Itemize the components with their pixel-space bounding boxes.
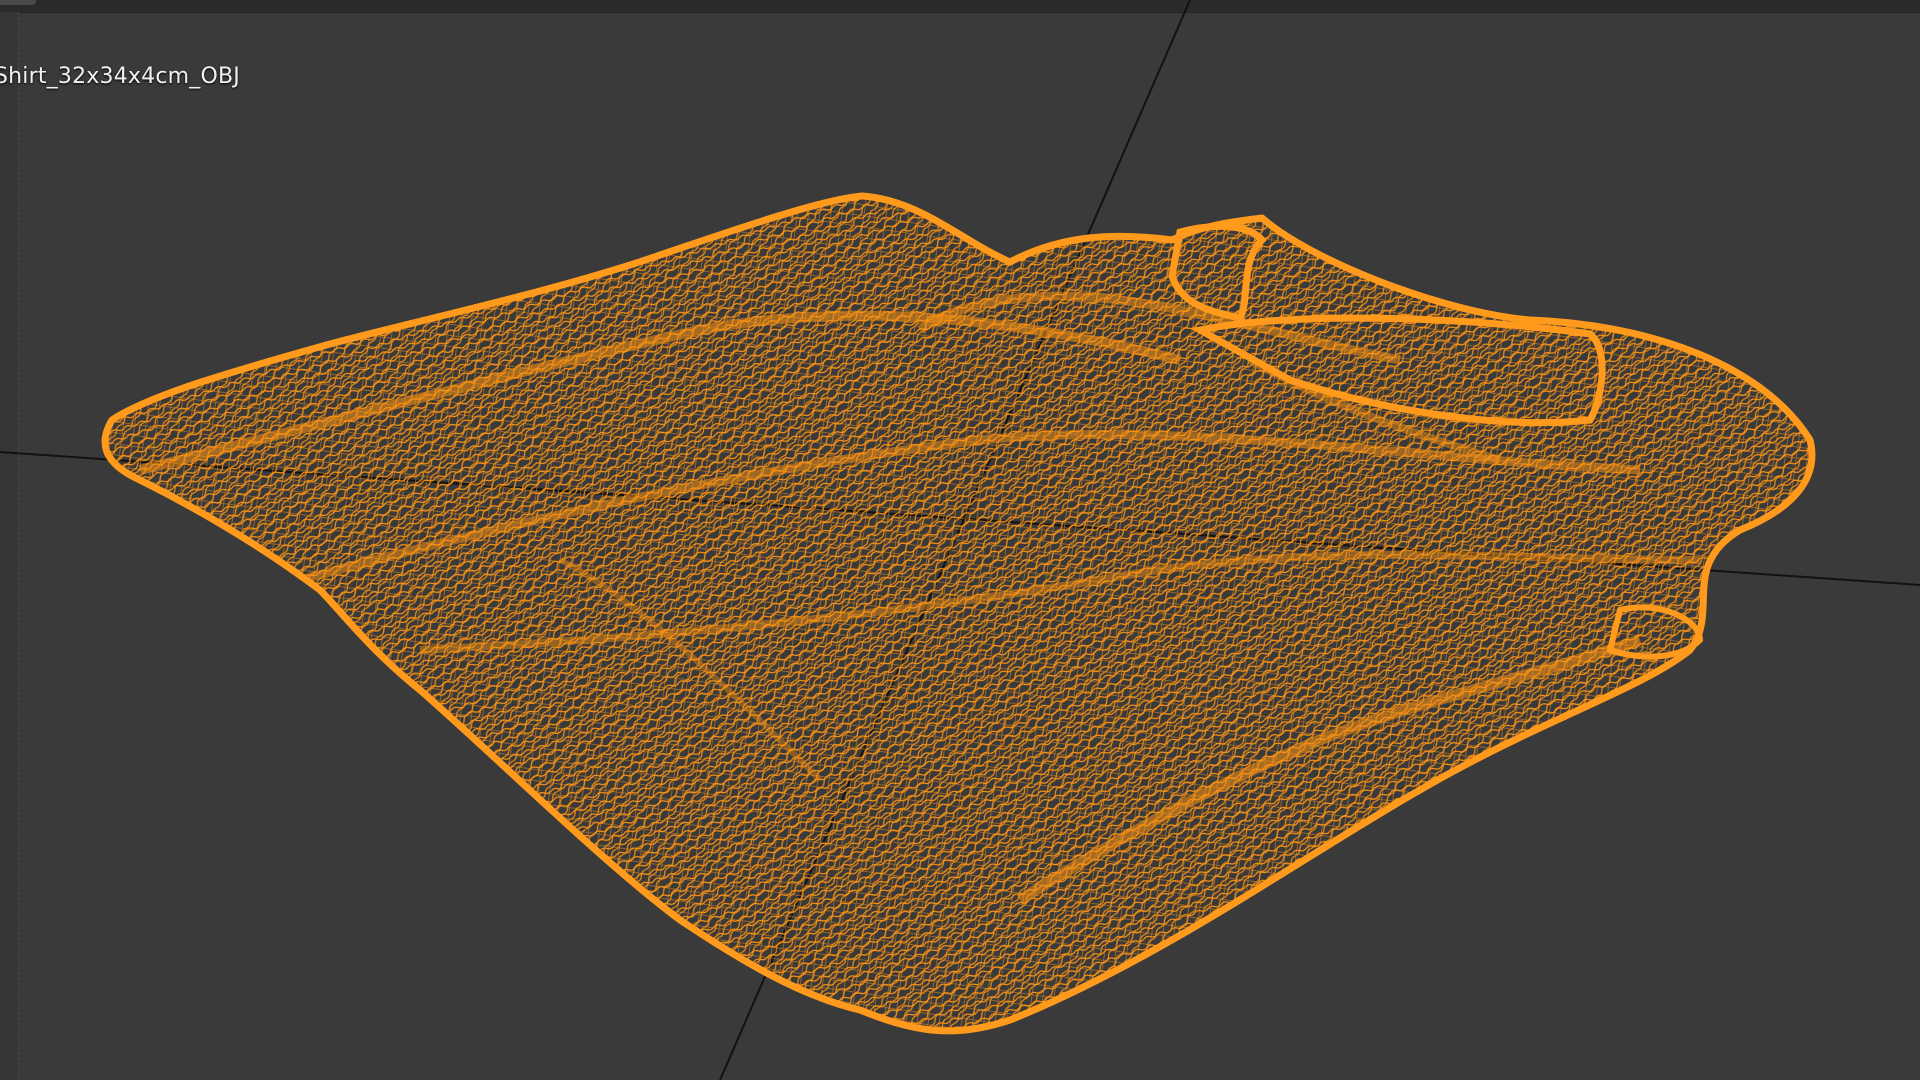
object-name-label: Shirt_32x34x4cm_OBJ	[0, 64, 240, 89]
shirt-wireframe-mesh	[101, 192, 1816, 1035]
3d-viewport[interactable]: Shirt_32x34x4cm_OBJ	[0, 0, 1920, 1080]
viewport-scene[interactable]	[0, 0, 1920, 1080]
